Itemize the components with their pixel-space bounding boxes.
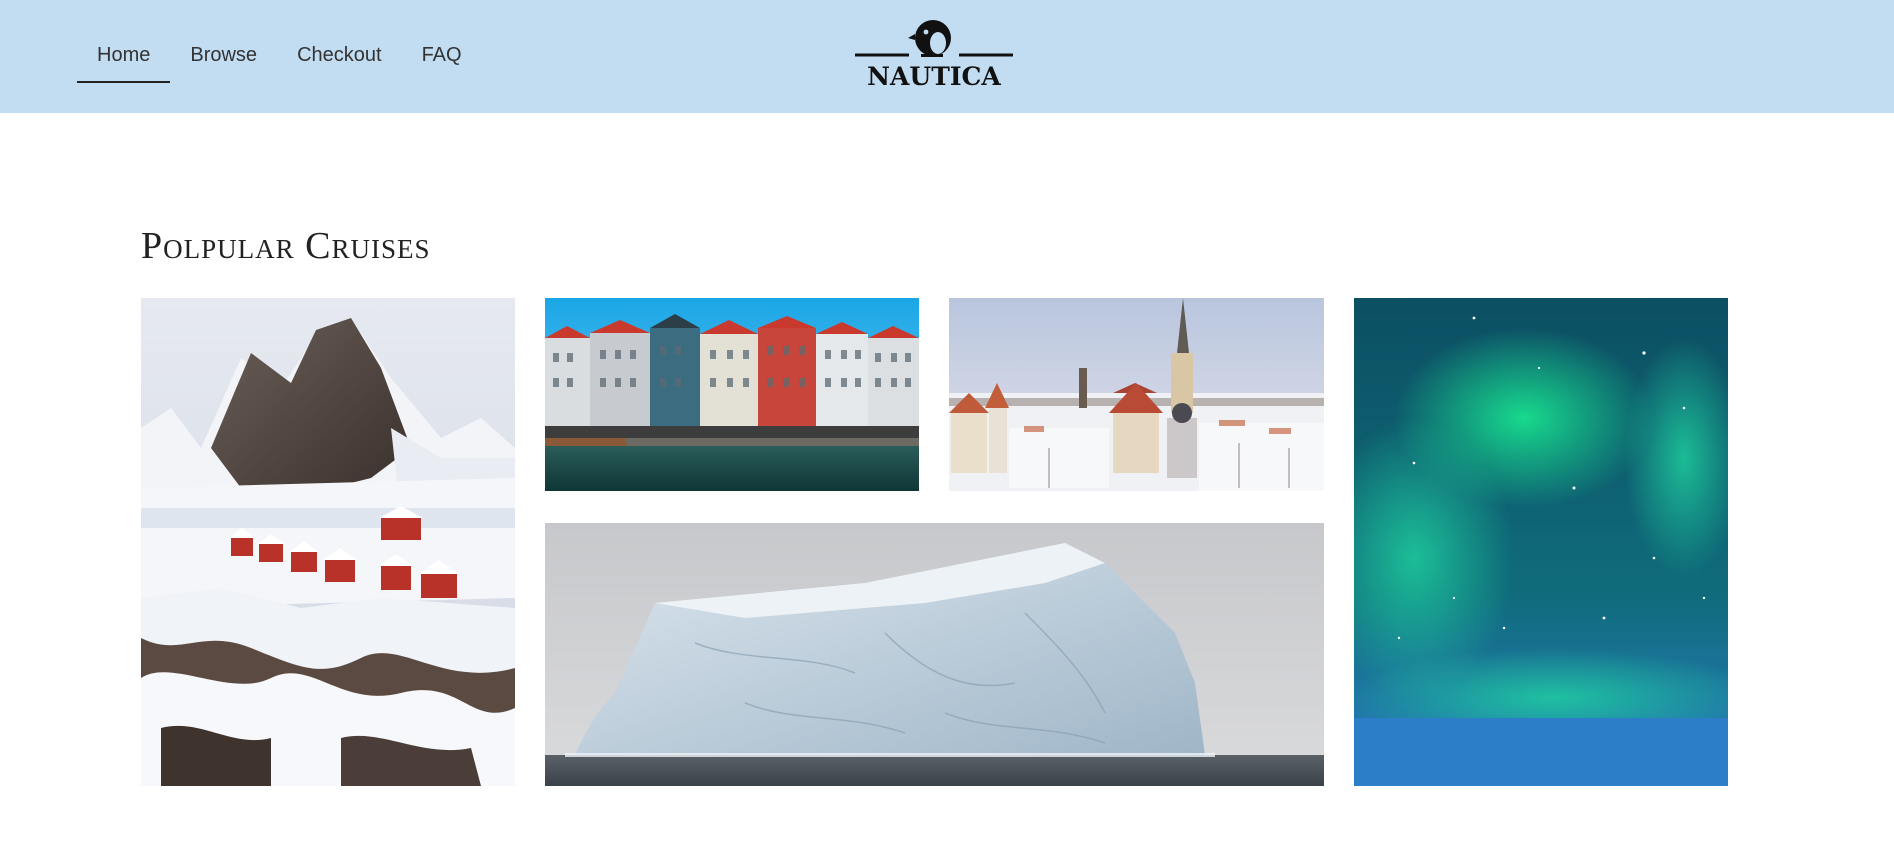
brand-name: NAUTICA xyxy=(867,62,1001,91)
cruise-tile-mountain-village[interactable] xyxy=(141,298,515,786)
brand-logo[interactable]: NAUTICA xyxy=(853,18,1015,91)
site-header: Home Browse Checkout FAQ NAUTICA xyxy=(0,0,1894,113)
aurora-photo xyxy=(1354,298,1728,786)
mountain-village-photo xyxy=(141,298,515,786)
nav-home-link[interactable]: Home xyxy=(77,38,171,83)
nav-faq-link[interactable]: FAQ xyxy=(402,38,482,81)
penguin-icon xyxy=(855,20,1013,57)
cruise-tile-aurora[interactable] xyxy=(1354,298,1728,786)
nav-browse-link[interactable]: Browse xyxy=(170,38,277,81)
cruise-tile-iceberg[interactable] xyxy=(545,523,1324,786)
cruise-tile-snowy-old-town[interactable] xyxy=(949,298,1324,491)
nav-checkout-link[interactable]: Checkout xyxy=(277,38,402,81)
section-title: Polpular Cruises xyxy=(141,225,431,267)
main-nav: Home Browse Checkout FAQ xyxy=(77,38,482,83)
harbor-houses-photo xyxy=(545,298,919,491)
iceberg-photo xyxy=(545,523,1324,786)
snowy-old-town-photo xyxy=(949,298,1324,491)
cruise-tile-harbor-houses[interactable] xyxy=(545,298,919,491)
